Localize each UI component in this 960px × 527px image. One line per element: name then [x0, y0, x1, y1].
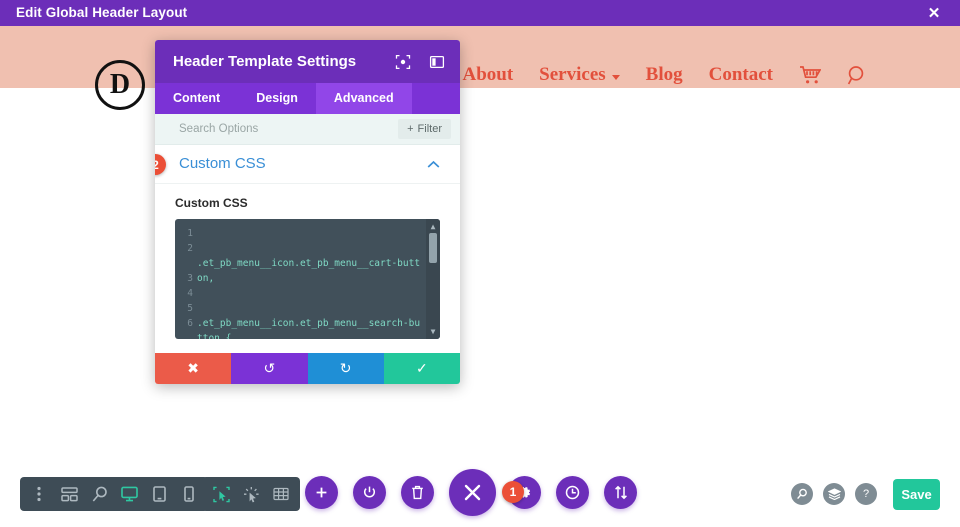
builder-bottom-bar: 1 ? Save	[0, 457, 960, 527]
nav-item-label: About	[462, 64, 514, 85]
code-gutter: 1 2 3 4 5 6	[175, 219, 197, 339]
shopping-cart-icon[interactable]	[799, 65, 821, 85]
phone-view-icon[interactable]	[174, 477, 204, 511]
site-header-module[interactable]: D me About Services Blog Contact	[0, 26, 960, 110]
close-icon[interactable]: ✕	[908, 0, 960, 26]
css-selector: .et_pb_menu__icon.et_pb_menu__cart-butto…	[197, 258, 421, 284]
modal-header-icon-group	[394, 40, 446, 83]
step-badge-2: 2	[155, 154, 166, 175]
add-section-button[interactable]	[305, 475, 338, 509]
code-line: .et_pb_menu__icon.et_pb_menu__cart-butto…	[197, 256, 424, 286]
custom-css-field: Custom CSS 1 2 3 4 5 6 .et_pb_menu__icon…	[155, 184, 460, 339]
tablet-view-icon[interactable]	[144, 477, 174, 511]
split-panel-icon[interactable]	[428, 53, 446, 71]
builder-action-buttons: 1	[305, 467, 655, 517]
interaction-mode-toolbar	[202, 477, 300, 511]
search-icon[interactable]	[847, 65, 868, 86]
more-options-icon[interactable]	[24, 477, 54, 511]
nav-item-label: Services	[539, 64, 606, 85]
scroll-down-icon[interactable]: ▼	[426, 325, 440, 338]
help-button[interactable]: ?	[855, 483, 877, 505]
search-options-input[interactable]: Search Options	[179, 114, 258, 144]
plus-icon: +	[407, 123, 414, 135]
step-badge-1: 1	[502, 481, 524, 503]
modal-title: Header Template Settings	[173, 53, 357, 70]
scroll-up-icon[interactable]: ▲	[426, 220, 440, 233]
nav-item-blog[interactable]: Blog	[646, 64, 683, 86]
line-number: 6	[187, 318, 193, 329]
search-options-row: Search Options + Filter	[155, 114, 460, 145]
code-scrollbar-thumb[interactable]	[429, 233, 437, 263]
portability-button[interactable]	[604, 475, 637, 509]
builder-utility-buttons: ? Save	[791, 477, 940, 511]
nav-item-services[interactable]: Services	[539, 64, 620, 86]
tab-design[interactable]: Design	[238, 83, 316, 114]
discard-changes-button[interactable]: ✖	[155, 353, 232, 384]
nav-item-label: Blog	[645, 64, 683, 85]
desktop-view-icon[interactable]	[114, 477, 144, 511]
layers-button[interactable]	[823, 483, 845, 505]
code-line: .et_pb_menu__icon.et_pb_menu__search-but…	[197, 316, 424, 339]
custom-css-code-editor[interactable]: 1 2 3 4 5 6 .et_pb_menu__icon.et_pb_menu…	[175, 219, 440, 339]
line-number: 5	[187, 303, 193, 314]
chevron-down-icon	[611, 74, 620, 80]
custom-css-section-header[interactable]: 2 Custom CSS	[155, 145, 460, 184]
tab-content[interactable]: Content	[155, 83, 238, 114]
line-number: 1	[187, 228, 193, 239]
trash-button[interactable]	[401, 475, 434, 509]
line-number: 3	[187, 273, 193, 284]
save-changes-button[interactable]: ✓	[383, 353, 460, 384]
wireframe-view-icon[interactable]	[54, 477, 84, 511]
window-title: Edit Global Header Layout	[16, 5, 188, 20]
modal-header: Header Template Settings	[155, 40, 460, 83]
close-builder-button[interactable]	[449, 468, 496, 516]
modal-tabs: Content Design Advanced	[155, 83, 460, 114]
focus-target-icon[interactable]	[394, 53, 412, 71]
click-mode-icon[interactable]	[236, 477, 266, 511]
nav-item-contact[interactable]: Contact	[709, 64, 773, 86]
code-content[interactable]: .et_pb_menu__icon.et_pb_menu__cart-butto…	[197, 219, 424, 339]
nav-item-label: Contact	[708, 64, 773, 85]
nav-item-about[interactable]: About	[462, 64, 513, 86]
hover-select-icon[interactable]	[206, 477, 236, 511]
line-number: 2	[187, 243, 193, 254]
section-title: Custom CSS	[179, 155, 266, 172]
search-button[interactable]	[791, 483, 813, 505]
power-toggle-button[interactable]	[353, 475, 386, 509]
line-number: 4	[187, 288, 193, 299]
site-navigation-menu: me About Services Blog Contact	[412, 64, 868, 86]
window-titlebar: Edit Global Header Layout ✕	[0, 0, 960, 26]
filter-button-label: Filter	[417, 123, 442, 135]
chevron-up-icon[interactable]	[427, 145, 440, 183]
zoom-out-view-icon[interactable]	[84, 477, 114, 511]
view-mode-toolbar	[20, 477, 208, 511]
css-selector: .et_pb_menu__icon.et_pb_menu__search-but…	[197, 318, 421, 339]
site-preview: D me About Services Blog Contact	[0, 26, 960, 527]
grid-mode-icon[interactable]	[266, 477, 296, 511]
history-button[interactable]	[556, 475, 589, 509]
code-editor-scrollbar[interactable]: ▲ ▼	[426, 219, 440, 339]
modal-action-bar: ✖ ↺ ↻ ✓	[155, 353, 460, 384]
filter-button[interactable]: + Filter	[398, 119, 451, 139]
site-logo[interactable]: D	[95, 60, 145, 110]
redo-button[interactable]: ↻	[307, 353, 384, 384]
header-template-settings-modal: Header Template Settings Content Design …	[155, 40, 460, 384]
custom-css-field-label: Custom CSS	[175, 196, 248, 210]
save-button[interactable]: Save	[893, 478, 940, 510]
tab-advanced[interactable]: Advanced	[315, 83, 412, 114]
undo-button[interactable]: ↺	[231, 353, 308, 384]
